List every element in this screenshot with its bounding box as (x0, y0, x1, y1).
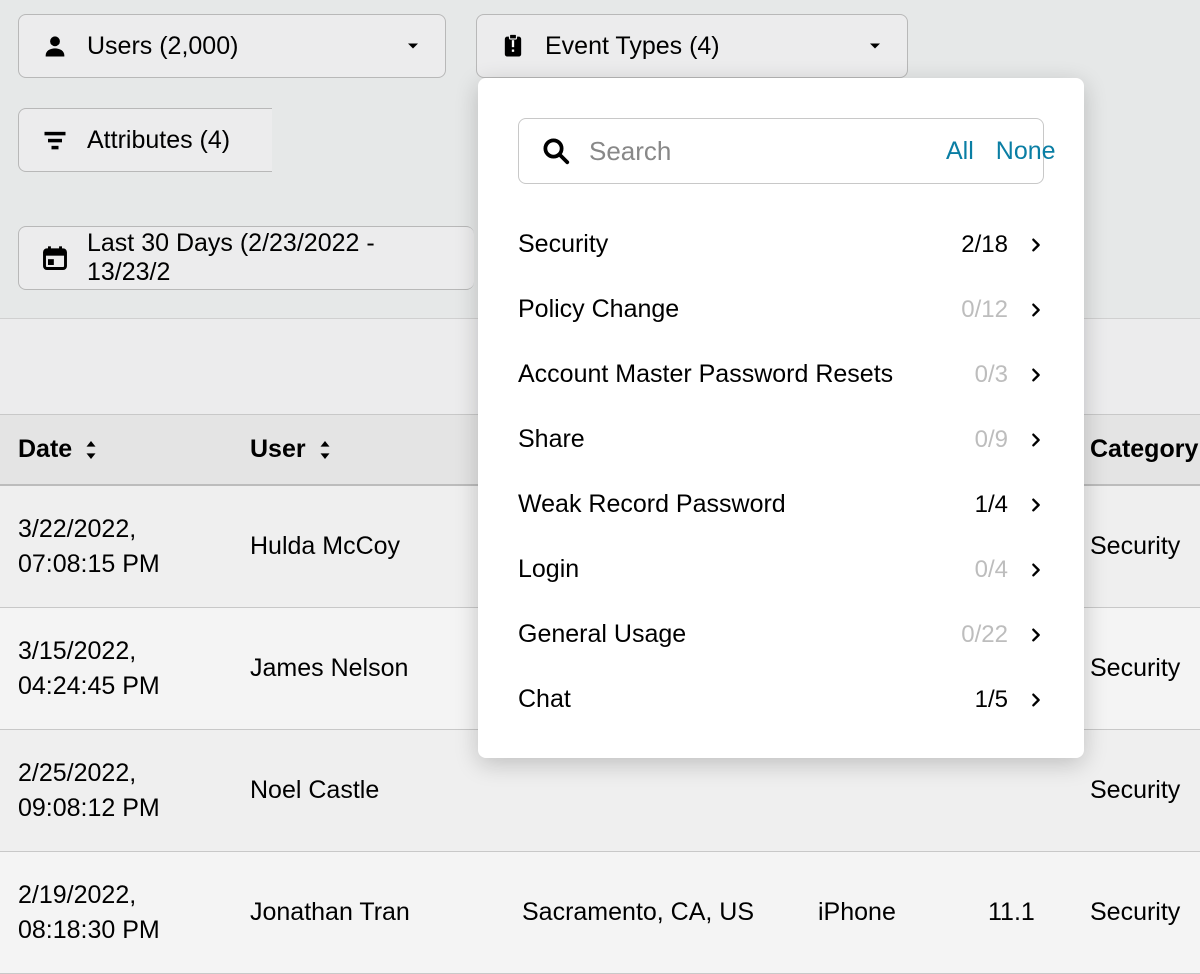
cell-category: Security (1090, 898, 1200, 927)
filter-event-types[interactable]: Event Types (4) (476, 14, 908, 78)
option-count: 0/9 (975, 426, 1008, 454)
select-none-link[interactable]: None (996, 137, 1056, 166)
filter-event-types-label: Event Types (4) (545, 32, 805, 61)
event-types-dropdown: All None Security2/18Policy Change0/12Ac… (478, 78, 1084, 758)
column-header-category[interactable]: Category (1090, 435, 1200, 464)
cell-category: Security (1090, 532, 1200, 561)
calendar-icon (41, 244, 69, 272)
chevron-right-icon (1028, 430, 1044, 450)
option-count: 1/5 (975, 686, 1008, 714)
chevron-down-icon (865, 36, 885, 56)
sort-icon (318, 441, 332, 459)
cell-location: Sacramento, CA, US (518, 898, 818, 927)
cell-date: 2/25/2022,09:08:12 PM (0, 756, 250, 826)
filter-attributes-label: Attributes (4) (87, 126, 250, 155)
column-header-date[interactable]: Date (0, 435, 250, 464)
option-label: Login (518, 555, 975, 584)
cell-date: 3/15/2022,04:24:45 PM (0, 634, 250, 704)
option-count: 0/4 (975, 556, 1008, 584)
dropdown-search-input[interactable] (589, 136, 924, 167)
cell-date: 2/19/2022,08:18:30 PM (0, 878, 250, 948)
option-label: Share (518, 425, 975, 454)
option-count: 1/4 (975, 491, 1008, 519)
chevron-right-icon (1028, 690, 1044, 710)
event-type-option[interactable]: Policy Change0/12 (478, 277, 1084, 342)
cell-category: Security (1090, 654, 1200, 683)
filter-date-range-label: Last 30 Days (2/23/2022 - 13/23/2 (87, 229, 452, 287)
select-all-link[interactable]: All (946, 137, 974, 166)
filter-icon (41, 126, 69, 154)
user-icon (41, 32, 69, 60)
filter-attributes[interactable]: Attributes (4) (18, 108, 272, 172)
event-type-option[interactable]: Share0/9 (478, 407, 1084, 472)
search-icon (541, 136, 571, 166)
cell-date: 3/22/2022,07:08:15 PM (0, 512, 250, 582)
option-count: 2/18 (961, 231, 1008, 259)
event-type-option[interactable]: General Usage0/22 (478, 602, 1084, 667)
chevron-down-icon (403, 36, 423, 56)
table-row[interactable]: 2/19/2022,08:18:30 PMJonathan TranSacram… (0, 852, 1200, 974)
event-type-option[interactable]: Chat1/5 (478, 667, 1084, 732)
option-label: General Usage (518, 620, 961, 649)
chevron-right-icon (1028, 560, 1044, 580)
cell-device: iPhone (818, 898, 988, 927)
chevron-right-icon (1028, 495, 1044, 515)
sort-icon (84, 441, 98, 459)
filter-date-range[interactable]: Last 30 Days (2/23/2022 - 13/23/2 (18, 226, 474, 290)
filter-users-label: Users (2,000) (87, 32, 343, 61)
event-type-option[interactable]: Login0/4 (478, 537, 1084, 602)
cell-user: Noel Castle (250, 776, 518, 805)
event-type-option[interactable]: Security2/18 (478, 212, 1084, 277)
cell-user: Jonathan Tran (250, 898, 518, 927)
chevron-right-icon (1028, 365, 1044, 385)
option-label: Security (518, 230, 961, 259)
option-label: Policy Change (518, 295, 961, 324)
option-count: 0/22 (961, 621, 1008, 649)
filter-users[interactable]: Users (2,000) (18, 14, 446, 78)
cell-version: 11.1 (988, 898, 1090, 927)
chevron-right-icon (1028, 625, 1044, 645)
option-label: Weak Record Password (518, 490, 975, 519)
clipboard-alert-icon (499, 32, 527, 60)
event-type-option[interactable]: Weak Record Password1/4 (478, 472, 1084, 537)
option-count: 0/12 (961, 296, 1008, 324)
chevron-right-icon (1028, 300, 1044, 320)
event-type-option[interactable]: Account Master Password Resets0/3 (478, 342, 1084, 407)
option-label: Account Master Password Resets (518, 360, 975, 389)
option-label: Chat (518, 685, 975, 714)
dropdown-search-row: All None (518, 118, 1044, 184)
option-count: 0/3 (975, 361, 1008, 389)
cell-category: Security (1090, 776, 1200, 805)
chevron-right-icon (1028, 235, 1044, 255)
